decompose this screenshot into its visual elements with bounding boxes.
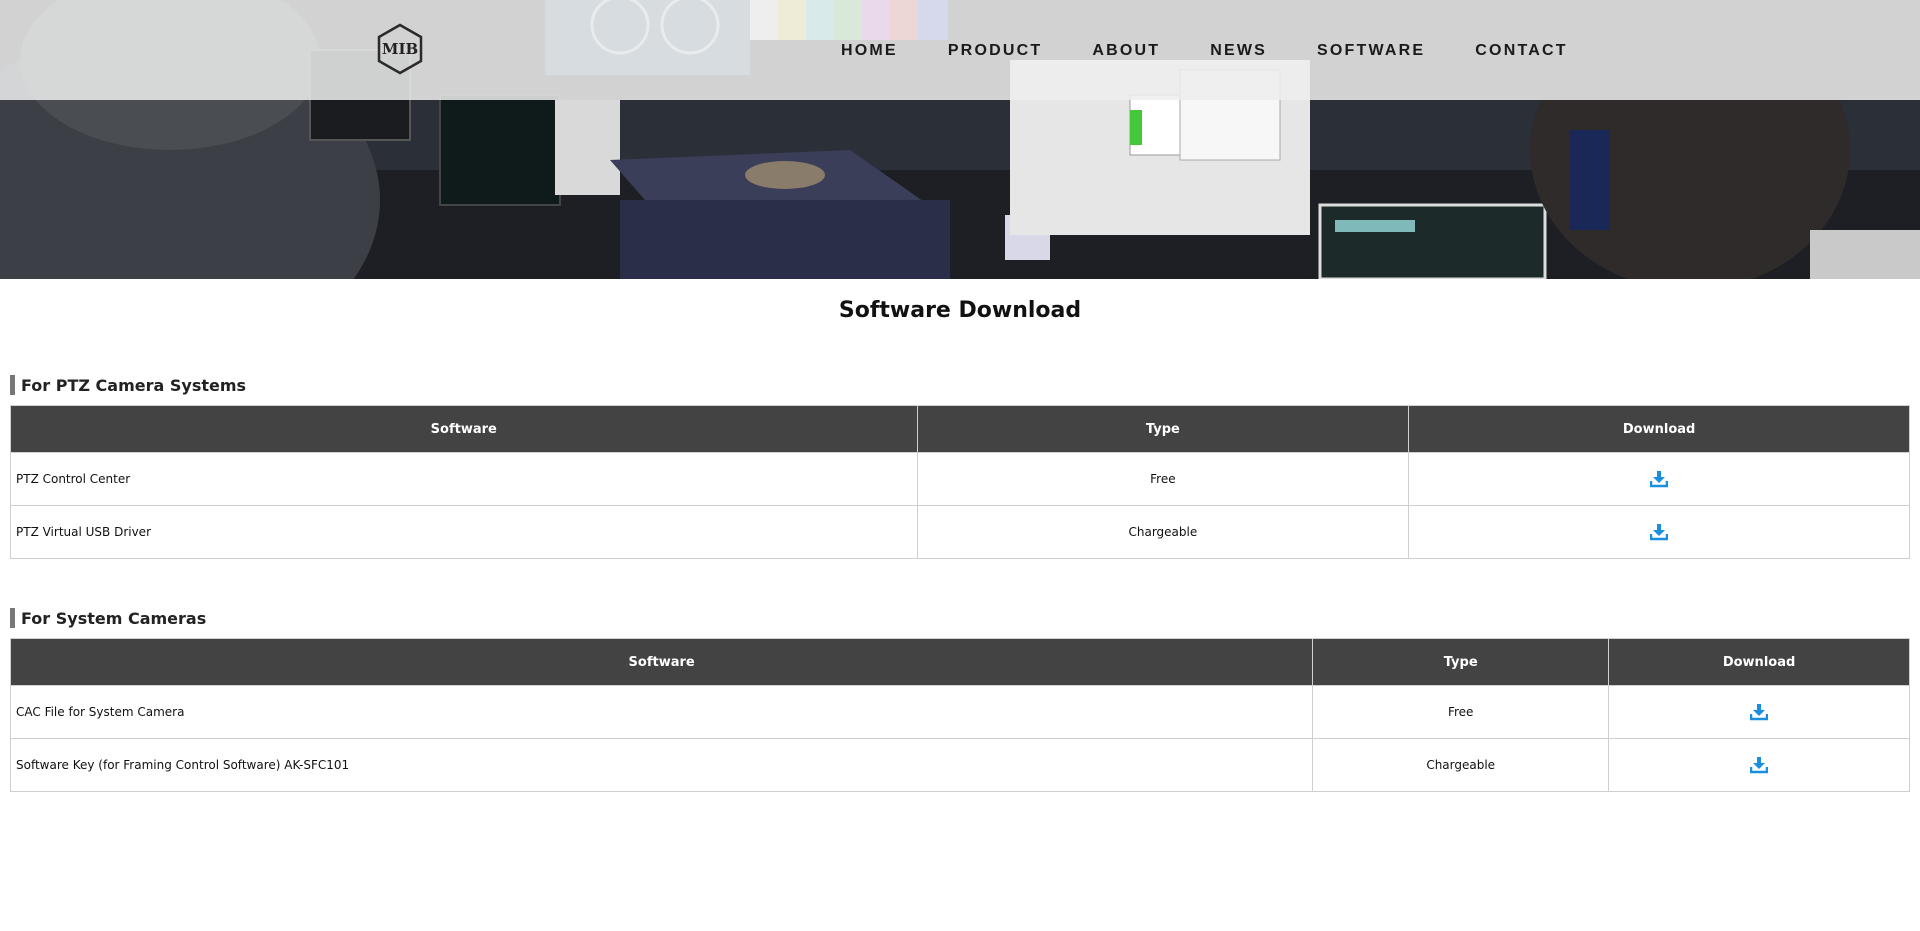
software-type: Free — [1312, 685, 1610, 739]
column-header-download: Download — [1408, 405, 1910, 453]
nav-contact[interactable]: CONTACT — [1475, 42, 1567, 60]
column-header-type: Type — [916, 405, 1410, 453]
software-name: PTZ Virtual USB Driver — [10, 505, 918, 559]
ptz-software-table: Software Type Download PTZ Control Cente… — [10, 405, 1910, 559]
system-camera-software-table: Software Type Download CAC File for Syst… — [9, 638, 1910, 792]
table-row: Software Key (for Framing Control Softwa… — [9, 738, 1910, 792]
software-name: PTZ Control Center — [10, 452, 918, 506]
download-cell — [1408, 505, 1910, 559]
table-row: PTZ Virtual USB Driver Chargeable — [10, 505, 1910, 559]
section-title-text: For PTZ Camera Systems — [21, 375, 247, 395]
page-title: Software Download — [838, 298, 1082, 323]
nav-about[interactable]: ABOUT — [1092, 42, 1160, 60]
download-icon[interactable] — [1750, 703, 1769, 721]
nav-home[interactable]: HOME — [841, 42, 898, 60]
site-header: MIB HOME PRODUCT ABOUT NEWS SOFTWARE CON… — [0, 0, 1920, 100]
download-cell — [1608, 738, 1910, 792]
site-logo[interactable]: MIB — [376, 23, 424, 75]
section-marker — [10, 608, 15, 628]
column-header-software: Software — [10, 405, 918, 453]
download-icon[interactable] — [1650, 523, 1669, 541]
section-title-text: For System Cameras — [21, 608, 207, 628]
main-nav: HOME PRODUCT ABOUT NEWS SOFTWARE CONTACT — [841, 40, 1568, 62]
nav-news[interactable]: NEWS — [1210, 42, 1267, 60]
table-row: PTZ Control Center Free — [10, 452, 1910, 506]
download-cell — [1608, 685, 1910, 739]
table-header-row: Software Type Download — [10, 405, 1910, 453]
nav-software[interactable]: SOFTWARE — [1317, 42, 1425, 60]
section-title-system-cameras: For System Cameras — [10, 608, 206, 628]
column-header-download: Download — [1608, 638, 1910, 686]
logo-text: MIB — [381, 40, 419, 58]
download-icon[interactable] — [1750, 756, 1769, 774]
software-name: Software Key (for Framing Control Softwa… — [9, 738, 1314, 792]
table-header-row: Software Type Download — [9, 638, 1910, 686]
download-icon[interactable] — [1650, 470, 1669, 488]
nav-product[interactable]: PRODUCT — [948, 42, 1043, 60]
software-type: Free — [916, 452, 1410, 506]
table-row: CAC File for System Camera Free — [9, 685, 1910, 739]
column-header-type: Type — [1312, 638, 1610, 686]
software-type: Chargeable — [1312, 738, 1610, 792]
section-marker — [10, 375, 15, 395]
column-header-software: Software — [9, 638, 1314, 686]
software-name: CAC File for System Camera — [9, 685, 1314, 739]
section-title-ptz: For PTZ Camera Systems — [10, 375, 246, 395]
download-cell — [1408, 452, 1910, 506]
software-type: Chargeable — [916, 505, 1410, 559]
